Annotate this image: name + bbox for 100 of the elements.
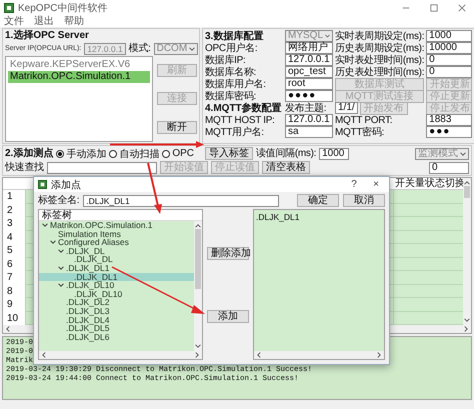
input-field[interactable]: 1/1/ [335,102,358,114]
tree-item[interactable]: .DLJK_DL3 [39,306,194,316]
tree-item[interactable]: .DLJK_DL1 [39,264,194,273]
section-heading: 2.添加测点 [5,148,54,159]
section-heading: 1.选择OPC Server [5,30,90,41]
app-icon [4,2,14,12]
input-field[interactable]: 127.0.0.1 [285,54,333,66]
scroll-up-icon [464,180,470,186]
scroll-up-icon [195,223,201,229]
tree-item[interactable]: Configured Aliases [39,238,194,247]
scrollbar[interactable] [194,221,202,351]
chevron-down-icon[interactable] [42,222,48,228]
maximize-icon[interactable] [430,4,438,12]
chevron-down-icon[interactable] [58,282,64,288]
scrollbar[interactable] [254,351,384,359]
input-field[interactable]: root [285,78,333,90]
server-item[interactable]: Kepware.KEPServerEX.V6 [8,59,150,71]
radio-button[interactable]: 手动添加 [56,146,106,160]
password-field[interactable]: ●●●● [285,90,333,102]
cancel-button[interactable]: 取消 [343,194,385,207]
tree-item[interactable]: Simulation Items [39,230,194,238]
section-heading: 3.数据库配置 [205,30,264,42]
input-field[interactable]: 1000 [426,30,472,42]
radio-icon[interactable] [109,150,118,158]
ok-button[interactable]: 确定 [297,194,339,207]
close-button[interactable]: × [367,179,385,190]
field-label: 历史表处理时间(ms): [335,66,424,78]
radio-icon[interactable] [56,150,64,158]
action-button[interactable]: 断开 [157,121,197,134]
chevron-down-icon[interactable] [58,265,64,272]
scrollbar[interactable] [39,351,202,359]
menu-item[interactable]: 帮助 [64,16,84,26]
radio-button[interactable]: 自动扫描 [109,146,160,160]
input-field[interactable]: sa [285,126,333,138]
scrollbar[interactable] [463,178,471,325]
tree-item[interactable]: .DLJK_DL10 [39,281,194,290]
tree-item[interactable]: .DLJK_DL10 [39,290,194,298]
menu-item[interactable]: 退出 [34,16,54,26]
field-label: 标签全名: [38,195,80,206]
field-label: 数据库密码: [205,90,257,102]
caret-icon [325,33,330,39]
input-field[interactable]: .DLJK_DL1 [83,194,279,206]
input-field[interactable]: 127.0.0.1 [285,114,333,126]
import-button[interactable]: 导入标签 [205,147,254,160]
tree-item[interactable]: .DLJK_DL1 [39,272,194,282]
dialog-title: 添加点 [51,178,82,192]
server-item[interactable]: Matrikon.OPC.Simulation.1 [8,71,150,83]
tree-item[interactable]: .DLJK_DL [39,246,194,256]
added-tag[interactable]: .DLJK_DL1 [256,212,382,222]
field-label: MQTT密码: [335,126,386,138]
input-field[interactable]: 10000 [426,42,472,54]
close-icon[interactable] [458,4,466,12]
field-label: 模式: [128,43,151,54]
radio-button[interactable]: OPC [162,148,194,159]
tree-item[interactable]: .DLJK_DL5 [39,324,194,333]
app-icon [38,180,47,189]
search-field[interactable] [46,162,157,174]
input-field[interactable]: 1883 [426,114,472,126]
help-button[interactable]: ? [345,179,363,190]
tree-item[interactable]: .DLJK_DL [39,255,194,264]
field-label: 读值间隔(ms): [256,148,316,159]
field-label: 快速查找 [5,162,44,173]
field-label: 实时表周期设定(ms): [335,30,424,42]
field-label: 数据库IP: [205,54,246,66]
scroll-right-icon [194,352,200,358]
field-label: OPC用户名: [205,42,258,54]
field-label: 数据库用户名: [205,78,267,90]
password-field[interactable]: ●●● [426,126,472,138]
add-button[interactable]: 添加 [207,310,249,322]
scroll-down-icon [464,317,470,323]
tree-item[interactable]: .DLJK_DL4 [39,316,194,324]
action-button[interactable]: 清空表格 [262,161,310,174]
scroll-thumb[interactable] [464,186,470,198]
annotation-arrow [147,162,162,214]
scroll-right-icon [463,326,469,332]
field-label: 数据库名称: [205,66,257,78]
scroll-left-icon [41,352,47,358]
input-field[interactable]: opc_test [285,66,333,78]
section-heading: 4.MQTT参数配置 [205,102,283,114]
input-field[interactable]: 1000 [319,148,350,160]
tree-item[interactable]: .DLJK_DL2 [39,298,194,307]
menu-item[interactable]: 文件 [4,16,24,26]
field-label: MQTT用户名: [205,126,265,138]
tree-item[interactable]: Matrikon.OPC.Simulation.1 [39,221,194,230]
chevron-down-icon[interactable] [58,248,64,254]
input-field[interactable]: 0 [426,66,472,78]
chevron-down-icon[interactable] [50,239,56,246]
scroll-thumb[interactable] [195,229,201,289]
scroll-left-icon [256,352,262,358]
tree-header: 标签树 [39,210,202,221]
input-field[interactable]: 网络用户 [285,42,333,54]
tree-item[interactable]: .DLJK_DL6 [39,332,194,342]
scroll-right-icon [376,352,382,358]
scroll-down-icon [195,343,201,349]
input-field[interactable]: 0 [426,54,472,66]
caret-icon [460,150,466,156]
scroll-left-icon [5,326,11,332]
remove-button[interactable]: 删除添加 [207,246,249,260]
radio-icon[interactable] [162,150,170,158]
input-field[interactable]: 0 [429,162,469,174]
